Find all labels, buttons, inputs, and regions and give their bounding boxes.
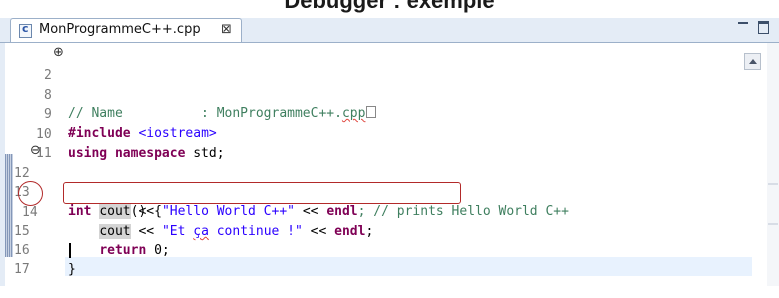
- code-line: 8: [0, 67, 779, 103]
- maximize-icon[interactable]: [758, 21, 769, 34]
- annotation-highlight-box: [63, 182, 461, 204]
- tab-monprogramme[interactable]: MonProgrammeC++.cpp ⊠: [10, 18, 242, 42]
- code-line: 13 cout << "Hello World C++" << endl; //…: [0, 164, 779, 219]
- code-line: 15 return 0;: [0, 203, 779, 258]
- editor-tab-bar: MonProgrammeC++.cpp ⊠: [0, 18, 779, 43]
- text-caret: [69, 243, 71, 258]
- line-number: 17: [14, 262, 30, 277]
- cpp-file-icon: [19, 22, 32, 38]
- code-text: }: [68, 262, 76, 277]
- code-line: 12 ⊖ int main() {: [0, 144, 779, 219]
- code-line: 9 #include <iostream>: [0, 86, 779, 141]
- ruler-mark: [768, 223, 778, 225]
- code-line: 2 ⊕ // Name : MonProgrammeC++.cpp: [0, 46, 779, 121]
- annotation-breakpoint-circle: [18, 181, 43, 206]
- ruler-mark: [768, 183, 778, 185]
- tab-title: MonProgrammeC++.cpp: [39, 22, 201, 37]
- close-icon[interactable]: ⊠: [221, 22, 232, 37]
- scroll-up-button[interactable]: [744, 53, 761, 70]
- code-line: 10 using namespace std;: [0, 106, 779, 161]
- code-line: 16 }: [0, 222, 779, 277]
- overview-ruler[interactable]: [767, 43, 779, 286]
- collapse-fold-icon[interactable]: ⊖: [30, 144, 41, 157]
- code-editor[interactable]: 2 ⊕ // Name : MonProgrammeC++.cpp 8 9 #i…: [0, 43, 779, 286]
- expand-fold-icon[interactable]: ⊕: [53, 46, 64, 59]
- page-heading: Debugger : exemple: [284, 0, 495, 13]
- code-line: 17: [0, 241, 779, 277]
- code-line: 11: [0, 125, 779, 161]
- minimize-icon[interactable]: [738, 22, 748, 27]
